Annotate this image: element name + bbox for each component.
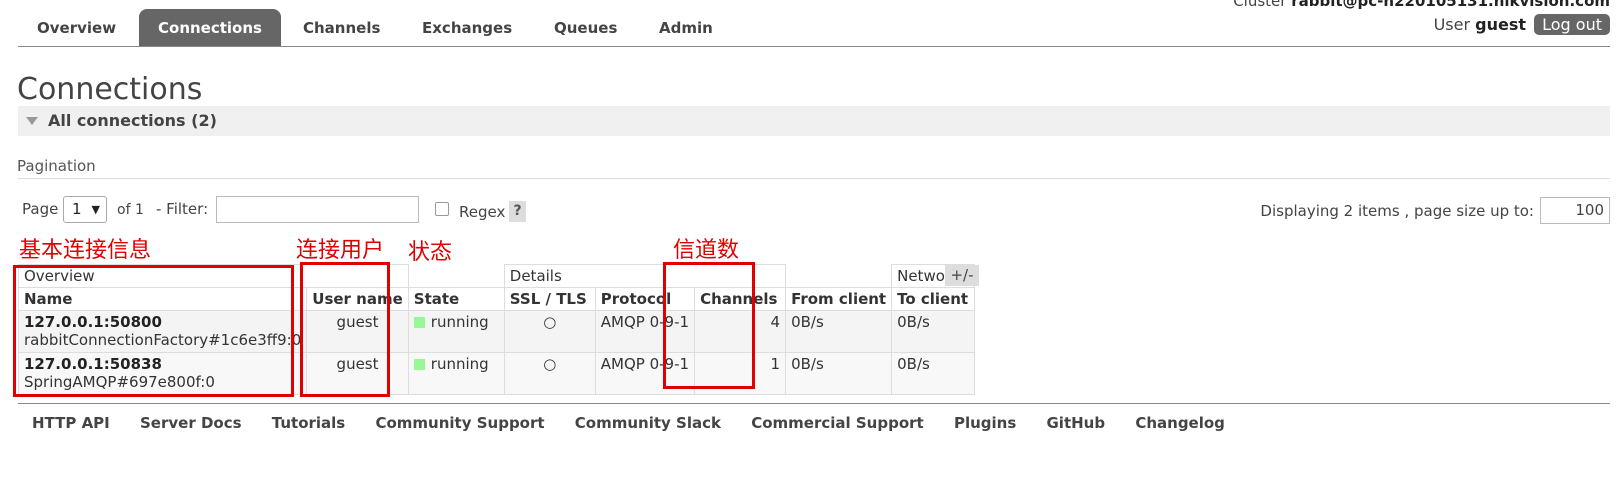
annotation-basic-info: 基本连接信息 [19, 238, 152, 263]
group-blank-2 [785, 264, 892, 288]
footer-links: HTTP API Server Docs Tutorials Community… [32, 414, 1250, 432]
page-select-value: 1 [72, 200, 82, 218]
columns-toggle-button[interactable]: +/- [945, 265, 979, 286]
section-label: All connections (2) [48, 111, 217, 130]
regex-checkbox[interactable] [435, 202, 449, 216]
regex-label: Regex [459, 203, 506, 221]
annotation-box-basic-info [13, 265, 294, 397]
tab-connections[interactable]: Connections [139, 9, 281, 47]
pagination-divider [18, 178, 1610, 179]
running-status-icon [413, 359, 425, 370]
footer-link-plugins[interactable]: Plugins [954, 414, 1016, 432]
user-label: User [1433, 15, 1471, 34]
cell-state: running [407, 310, 505, 353]
user-info: User guest Log out [1434, 14, 1610, 35]
col-state[interactable]: State [407, 287, 505, 311]
page-of-label: of 1 [117, 202, 144, 218]
header-divider [18, 46, 1610, 47]
cell-from-client: 0B/s [785, 352, 893, 395]
tab-overview[interactable]: Overview [18, 9, 135, 47]
cell-state: running [407, 352, 505, 395]
footer-link-community-slack[interactable]: Community Slack [575, 414, 721, 432]
cluster-value: rabbit@pc-h220105131.hikvision.com [1291, 0, 1610, 10]
footer-link-server-docs[interactable]: Server Docs [140, 414, 242, 432]
collapse-triangle-icon [26, 117, 38, 125]
col-to-client[interactable]: To client [891, 287, 976, 311]
user-value: guest [1475, 15, 1527, 34]
footer-link-github[interactable]: GitHub [1047, 414, 1106, 432]
page-select[interactable]: 1 ▼ [63, 196, 107, 223]
tab-channels[interactable]: Channels [284, 9, 399, 47]
cluster-info: Cluster rabbit@pc-h220105131.hikvision.c… [1233, 0, 1610, 10]
annotation-channels: 信道数 [673, 238, 740, 263]
logout-button[interactable]: Log out [1534, 14, 1610, 35]
filter-input[interactable] [216, 196, 419, 223]
annotation-box-user [300, 262, 390, 397]
footer-link-community-support[interactable]: Community Support [375, 414, 544, 432]
annotation-state: 状态 [408, 240, 453, 265]
footer-link-commercial-support[interactable]: Commercial Support [751, 414, 924, 432]
cell-to-client: 0B/s [891, 352, 976, 395]
state-text: running [430, 313, 489, 331]
col-from-client[interactable]: From client [785, 287, 893, 311]
filter-label: - Filter: [156, 200, 209, 218]
all-connections-section-toggle[interactable]: All connections (2) [18, 106, 1610, 136]
cell-from-client: 0B/s [785, 310, 893, 353]
col-ssl-tls[interactable]: SSL / TLS [503, 287, 596, 311]
footer-link-http-api[interactable]: HTTP API [32, 414, 110, 432]
page-label: Page [22, 200, 59, 218]
pagination-label: Pagination [17, 157, 96, 175]
tab-queues[interactable]: Queues [535, 9, 636, 47]
cell-ssl: ○ [503, 352, 596, 395]
cell-to-client: 0B/s [891, 310, 976, 353]
regex-help-button[interactable]: ? [509, 201, 526, 222]
displaying-text: Displaying 2 items , page size up to: [1260, 202, 1534, 220]
footer-link-tutorials[interactable]: Tutorials [272, 414, 345, 432]
state-text: running [430, 355, 489, 373]
cell-ssl: ○ [503, 310, 596, 353]
annotation-conn-user: 连接用户 [296, 238, 385, 263]
annotation-box-channels [663, 262, 755, 389]
footer-divider [18, 403, 1610, 404]
page-title: Connections [17, 72, 203, 107]
tab-exchanges[interactable]: Exchanges [403, 9, 531, 47]
running-status-icon [413, 317, 425, 328]
footer-link-changelog[interactable]: Changelog [1135, 414, 1225, 432]
chevron-down-icon: ▼ [91, 203, 100, 216]
page-size-input[interactable]: 100 [1540, 197, 1610, 224]
cluster-label: Cluster [1233, 0, 1287, 10]
tab-admin[interactable]: Admin [640, 9, 732, 47]
group-blank [408, 264, 505, 288]
